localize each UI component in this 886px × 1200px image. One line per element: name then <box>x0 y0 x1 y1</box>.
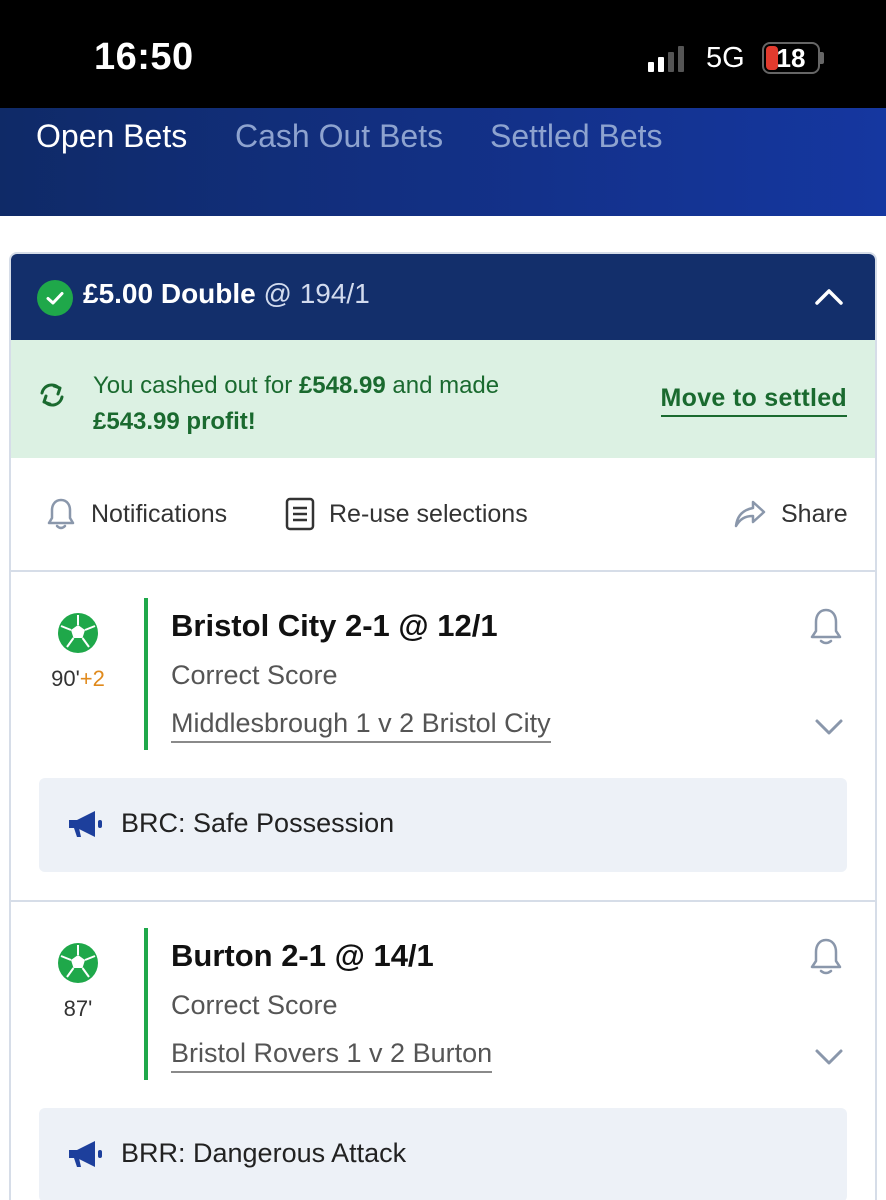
selection-item: 87' Burton 2-1 @ 14/1 Correct Score Bris… <box>11 902 875 1200</box>
bet-card: £5.00 Double @ 194/1 You cashed out for … <box>9 252 877 1200</box>
bet-title: £5.00 Double @ 194/1 <box>83 278 370 310</box>
live-indicator-bar <box>144 928 148 1080</box>
reuse-selections-label: Re-use selections <box>329 499 528 528</box>
bell-icon[interactable] <box>807 606 845 651</box>
bet-card-header[interactable]: £5.00 Double @ 194/1 <box>11 254 875 340</box>
bet-stake-type: £5.00 Double <box>83 278 256 309</box>
chevron-down-icon[interactable] <box>813 716 845 743</box>
cashout-message: You cashed out for £548.99 and made £543… <box>93 368 573 440</box>
tab-open-bets[interactable]: Open Bets <box>36 118 187 155</box>
network-type: 5G <box>706 42 745 74</box>
live-update-text: BRR: Dangerous Attack <box>121 1138 407 1168</box>
selection-event-link[interactable]: Middlesbrough 1 v 2 Bristol City <box>171 708 551 743</box>
cashout-middle: and made <box>385 372 500 399</box>
selection-market: Correct Score <box>171 990 338 1020</box>
cashout-banner: You cashed out for £548.99 and made £543… <box>11 340 875 458</box>
bell-icon <box>47 498 75 530</box>
selection-market: Correct Score <box>171 660 338 690</box>
status-bar: 16:50 5G 18 <box>0 0 886 108</box>
selection-event-link[interactable]: Bristol Rovers 1 v 2 Burton <box>171 1038 493 1073</box>
cashout-amount: £548.99 <box>298 372 386 399</box>
notifications-button[interactable]: Notifications <box>45 496 227 532</box>
bell-icon[interactable] <box>807 936 845 981</box>
refresh-icon <box>37 380 67 415</box>
match-minute: 90'+2 <box>11 666 145 692</box>
reuse-selections-button[interactable]: Re-use selections <box>285 496 528 532</box>
football-icon <box>57 942 99 989</box>
live-update-box: BRC: Safe Possession <box>39 778 847 872</box>
tab-settled-bets[interactable]: Settled Bets <box>490 118 663 155</box>
tab-cash-out-bets[interactable]: Cash Out Bets <box>235 118 443 155</box>
chevron-down-icon[interactable] <box>813 1046 845 1073</box>
status-time: 16:50 <box>94 36 194 78</box>
share-label: Share <box>781 499 848 528</box>
check-icon <box>37 280 73 316</box>
football-icon <box>57 612 99 659</box>
minute-value: 87' <box>63 996 93 1021</box>
notifications-label: Notifications <box>91 499 228 528</box>
bets-tabs: Open Bets Cash Out Bets Settled Bets <box>0 108 886 216</box>
signal-icon <box>648 46 684 72</box>
live-update-text: BRC: Safe Possession <box>121 808 395 838</box>
battery-level: 18 <box>776 43 806 73</box>
chevron-up-icon[interactable] <box>813 284 845 313</box>
cashout-profit: £543.99 profit! <box>93 408 256 435</box>
cashout-prefix: You cashed out for <box>93 372 299 399</box>
bet-actions: Notifications Re-use selections Share <box>11 458 875 572</box>
added-time: +2 <box>79 666 105 691</box>
megaphone-icon <box>69 811 102 837</box>
battery-icon: 18 <box>762 42 820 74</box>
megaphone-icon <box>69 1141 102 1167</box>
share-button[interactable]: Share <box>733 498 848 530</box>
share-icon <box>734 500 766 528</box>
minute-value: 90' <box>51 666 80 691</box>
bet-odds: @ 194/1 <box>263 278 370 309</box>
match-minute: 87' <box>11 996 145 1022</box>
selection-title: Burton 2-1 @ 14/1 <box>171 938 434 973</box>
list-icon <box>285 497 315 531</box>
selection-item: 90'+2 Bristol City 2-1 @ 12/1 Correct Sc… <box>11 572 875 902</box>
live-update-box: BRR: Dangerous Attack <box>39 1108 847 1200</box>
move-to-settled-link[interactable]: Move to settled <box>660 384 847 417</box>
live-indicator-bar <box>144 598 148 750</box>
selection-title: Bristol City 2-1 @ 12/1 <box>171 608 498 643</box>
